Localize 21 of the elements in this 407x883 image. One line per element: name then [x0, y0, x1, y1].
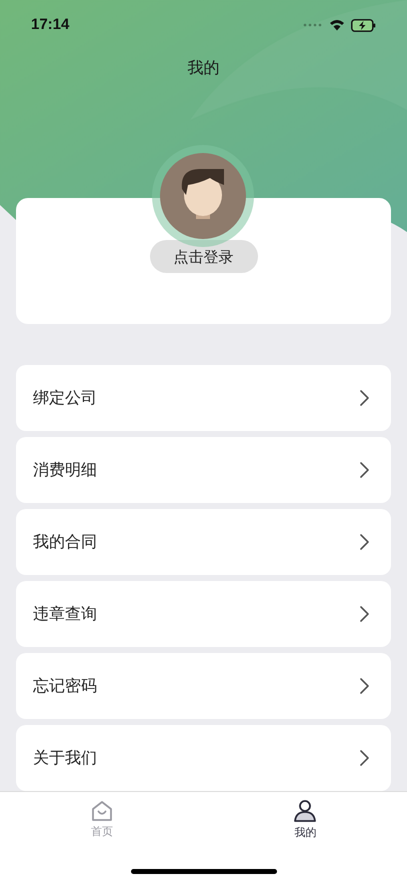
status-time: 17:14 [31, 14, 70, 35]
person-icon [293, 798, 318, 823]
tab-item[interactable]: 我的 [204, 792, 407, 848]
menu-item[interactable]: 绑定公司 [16, 365, 391, 431]
chevron-right-icon [360, 462, 369, 478]
signal-icon [303, 23, 323, 28]
chevron-right-icon [360, 534, 369, 550]
page-title: 我的 [188, 57, 220, 80]
chevron-right-icon [360, 390, 369, 406]
chevron-right-icon [360, 606, 369, 622]
menu-item[interactable]: 违章查询 [16, 581, 391, 647]
battery-icon [351, 18, 376, 32]
menu-item[interactable]: 忘记密码 [16, 653, 391, 719]
wifi-icon [329, 19, 345, 32]
menu-item[interactable]: 消费明细 [16, 437, 391, 503]
login-button[interactable]: 点击登录 [150, 240, 258, 274]
chevron-right-icon [360, 678, 369, 694]
menu-item[interactable]: 我的合同 [16, 509, 391, 575]
menu-item[interactable]: 关于我们 [16, 725, 391, 791]
home-icon [90, 800, 113, 822]
chevron-right-icon [360, 750, 369, 766]
